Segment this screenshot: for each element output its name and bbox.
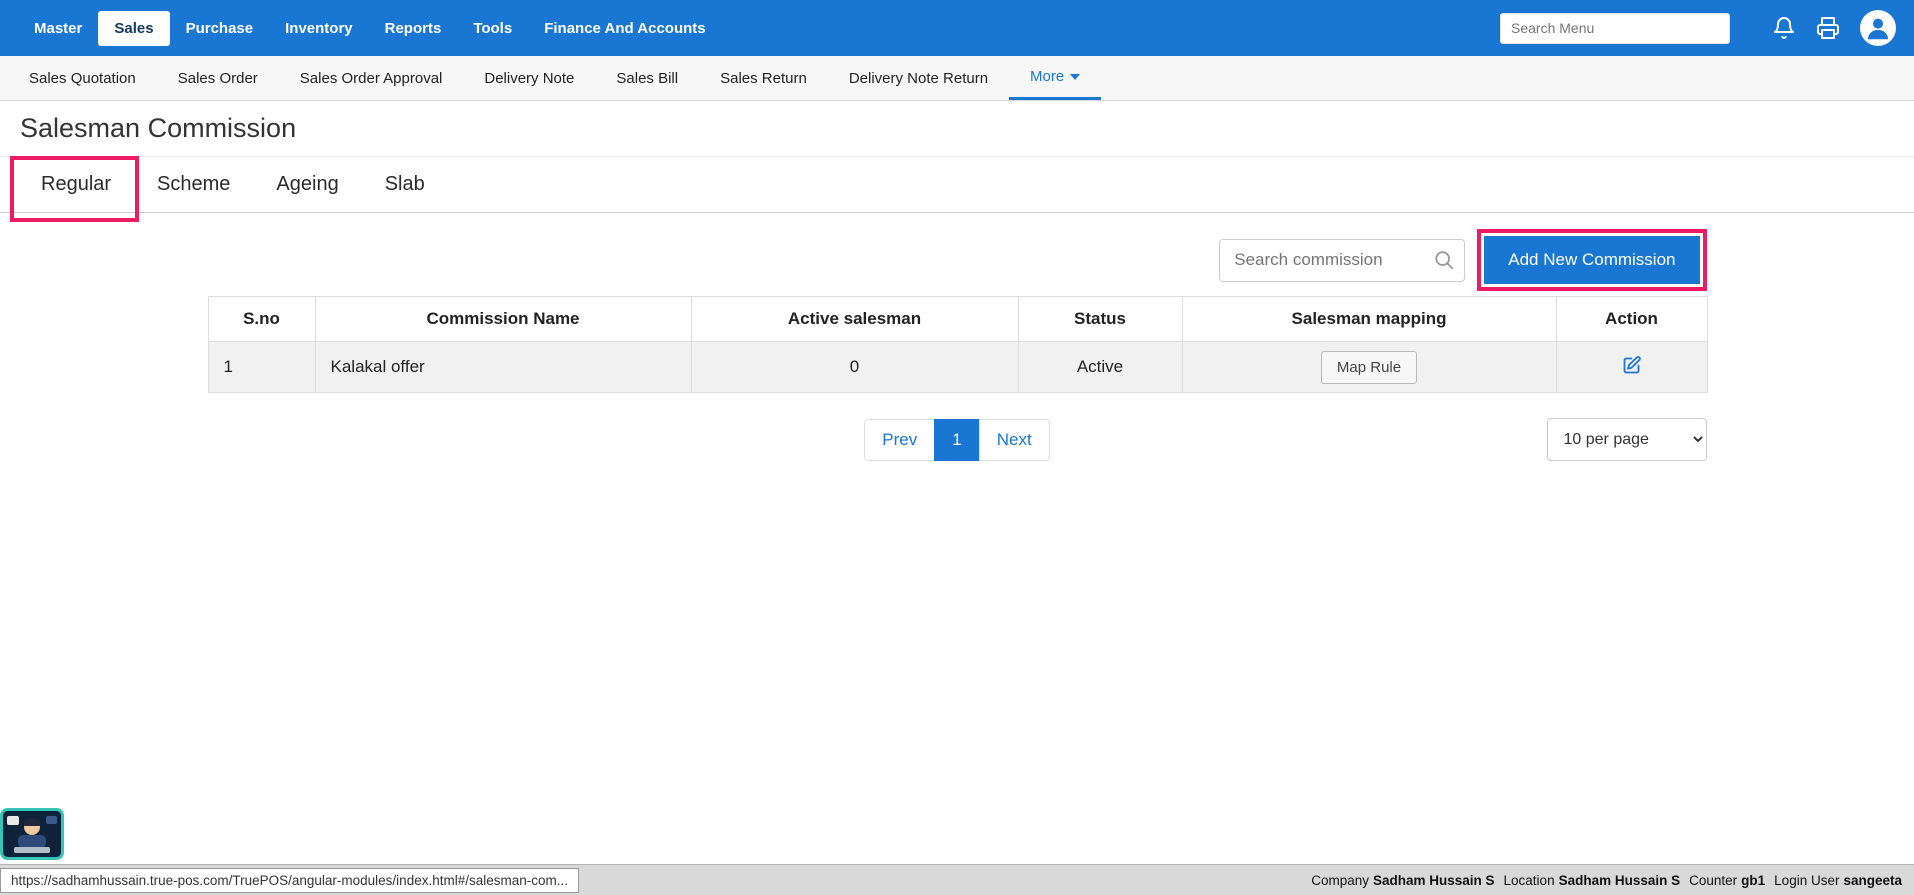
tab-regular[interactable]: Regular	[18, 157, 134, 212]
subnav-item-sales-order[interactable]: Sales Order	[157, 56, 279, 100]
commission-tabs: Regular Scheme Ageing Slab	[0, 157, 1914, 213]
cell-salesman-mapping: Map Rule	[1182, 342, 1556, 393]
page-title: Salesman Commission	[20, 113, 296, 144]
toolbar: Add New Commission	[208, 229, 1707, 291]
edit-icon	[1621, 364, 1642, 379]
pagination-prev-button[interactable]: Prev	[864, 419, 935, 461]
page-header: Salesman Commission	[0, 101, 1914, 157]
pagination-page-1-button[interactable]: 1	[934, 419, 979, 461]
search-commission-input[interactable]	[1219, 239, 1465, 282]
table-header-row: S.no Commission Name Active salesman Sta…	[208, 297, 1707, 342]
subnav-item-delivery-note[interactable]: Delivery Note	[463, 56, 595, 100]
chat-widget-icon[interactable]	[0, 808, 64, 860]
table-row: 1 Kalakal offer 0 Active Map Rule	[208, 342, 1707, 393]
printer-icon[interactable]	[1816, 16, 1840, 40]
column-header-salesman-mapping: Salesman mapping	[1182, 297, 1556, 342]
topnav-item-purchase[interactable]: Purchase	[170, 11, 270, 46]
column-header-active-salesman: Active salesman	[691, 297, 1018, 342]
subnav-item-sales-order-approval[interactable]: Sales Order Approval	[279, 56, 464, 100]
subnav-item-sales-bill[interactable]: Sales Bill	[595, 56, 699, 100]
topnav-item-sales[interactable]: Sales	[98, 11, 169, 46]
pagination-next-button[interactable]: Next	[979, 419, 1050, 461]
session-info: CompanySadham Hussain S LocationSadham H…	[1311, 873, 1914, 888]
commission-table: S.no Commission Name Active salesman Sta…	[208, 296, 1708, 393]
column-header-commission-name: Commission Name	[315, 297, 691, 342]
tab-slab[interactable]: Slab	[362, 157, 448, 212]
column-header-status: Status	[1018, 297, 1182, 342]
topnav-item-finance-and-accounts[interactable]: Finance And Accounts	[528, 11, 721, 46]
top-navigation-bar: Master Sales Purchase Inventory Reports …	[0, 0, 1914, 56]
chevron-down-icon	[1070, 74, 1080, 80]
cell-active-salesman: 0	[691, 342, 1018, 393]
edit-commission-button[interactable]	[1619, 353, 1644, 381]
pagination: Prev 1 Next	[864, 419, 1049, 461]
column-header-action: Action	[1556, 297, 1707, 342]
topnav-item-inventory[interactable]: Inventory	[269, 11, 369, 46]
topnav-item-master[interactable]: Master	[18, 11, 98, 46]
sales-sub-navigation: Sales Quotation Sales Order Sales Order …	[0, 56, 1914, 101]
search-icon[interactable]	[1433, 249, 1455, 271]
subnav-item-delivery-note-return[interactable]: Delivery Note Return	[828, 56, 1009, 100]
page-size-select[interactable]: 10 per page	[1547, 418, 1707, 461]
annotation-highlight-add-button: Add New Commission	[1477, 229, 1706, 291]
search-menu-input[interactable]	[1500, 13, 1730, 44]
tab-ageing[interactable]: Ageing	[253, 157, 361, 212]
cell-status: Active	[1018, 342, 1182, 393]
cell-sno: 1	[208, 342, 315, 393]
user-avatar[interactable]	[1860, 10, 1896, 46]
cell-commission-name: Kalakal offer	[315, 342, 691, 393]
status-location: LocationSadham Hussain S	[1504, 873, 1681, 888]
main-content: Add New Commission S.no Commission Name …	[208, 229, 1707, 461]
topnav-item-tools[interactable]: Tools	[457, 11, 528, 46]
status-bar: https://sadhamhussain.true-pos.com/TrueP…	[0, 864, 1914, 895]
add-new-commission-button[interactable]: Add New Commission	[1484, 236, 1699, 284]
bell-icon[interactable]	[1772, 16, 1796, 40]
subnav-item-sales-quotation[interactable]: Sales Quotation	[8, 56, 157, 100]
status-company: CompanySadham Hussain S	[1311, 873, 1494, 888]
cell-action	[1556, 342, 1707, 393]
browser-status-url: https://sadhamhussain.true-pos.com/TrueP…	[0, 868, 579, 893]
subnav-more-label: More	[1030, 68, 1064, 85]
subnav-item-sales-return[interactable]: Sales Return	[699, 56, 828, 100]
topnav-item-reports[interactable]: Reports	[369, 11, 458, 46]
tab-scheme[interactable]: Scheme	[134, 157, 253, 212]
status-counter: Countergb1	[1689, 873, 1765, 888]
map-rule-button[interactable]: Map Rule	[1321, 351, 1417, 384]
column-header-sno: S.no	[208, 297, 315, 342]
pagination-row: Prev 1 Next 10 per page	[208, 418, 1707, 461]
subnav-item-more[interactable]: More	[1009, 56, 1101, 100]
status-login-user: Login Usersangeeta	[1774, 873, 1902, 888]
